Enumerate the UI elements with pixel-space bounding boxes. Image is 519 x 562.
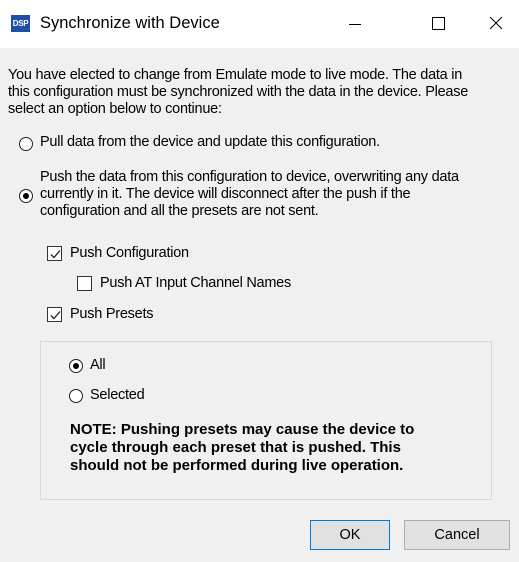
- presets-all-radio[interactable]: [69, 359, 83, 373]
- close-icon: [489, 16, 503, 30]
- push-data-label-line-1[interactable]: Push the data from this configuration to…: [40, 169, 459, 186]
- presets-all-label[interactable]: All: [90, 357, 106, 374]
- pull-data-label[interactable]: Pull data from the device and update thi…: [40, 134, 380, 151]
- message-line-2: this configuration must be synchronized …: [8, 84, 469, 100]
- push-data-label-line-2[interactable]: currently in it. The device will disconn…: [40, 186, 411, 203]
- pull-data-radio[interactable]: [19, 137, 33, 151]
- presets-note-line-2: cycle through each preset that is pushed…: [70, 439, 401, 456]
- push-at-input-channel-names-checkbox[interactable]: [77, 276, 92, 291]
- minimize-button[interactable]: [332, 0, 378, 48]
- push-data-label-line-3[interactable]: configuration and all the presets are no…: [40, 203, 319, 220]
- push-configuration-label[interactable]: Push Configuration: [70, 245, 189, 262]
- close-button[interactable]: [473, 0, 519, 48]
- maximize-button[interactable]: [416, 0, 462, 48]
- checkmark-icon: [50, 311, 61, 320]
- ok-button[interactable]: OK: [310, 520, 390, 550]
- cancel-button[interactable]: Cancel: [404, 520, 510, 550]
- maximize-icon: [432, 17, 445, 30]
- window-title: Synchronize with Device: [40, 14, 220, 32]
- push-presets-label[interactable]: Push Presets: [70, 306, 154, 323]
- push-at-input-channel-names-label[interactable]: Push AT Input Channel Names: [100, 275, 291, 292]
- presets-note-line-3: should not be performed during live oper…: [70, 457, 404, 474]
- push-presets-checkbox[interactable]: [47, 307, 62, 322]
- message-line-3: select an option below to continue:: [8, 101, 222, 117]
- app-icon: DSP: [11, 15, 30, 32]
- title-bar[interactable]: DSP Synchronize with Device: [0, 0, 519, 48]
- minimize-icon: [349, 24, 361, 25]
- checkmark-icon: [50, 250, 61, 259]
- push-data-radio[interactable]: [19, 189, 33, 203]
- push-configuration-checkbox[interactable]: [47, 246, 62, 261]
- presets-selected-radio[interactable]: [69, 389, 83, 403]
- presets-note-line-1: NOTE: Pushing presets may cause the devi…: [70, 421, 415, 438]
- presets-selected-label[interactable]: Selected: [90, 387, 145, 404]
- message-line-1: You have elected to change from Emulate …: [8, 67, 463, 83]
